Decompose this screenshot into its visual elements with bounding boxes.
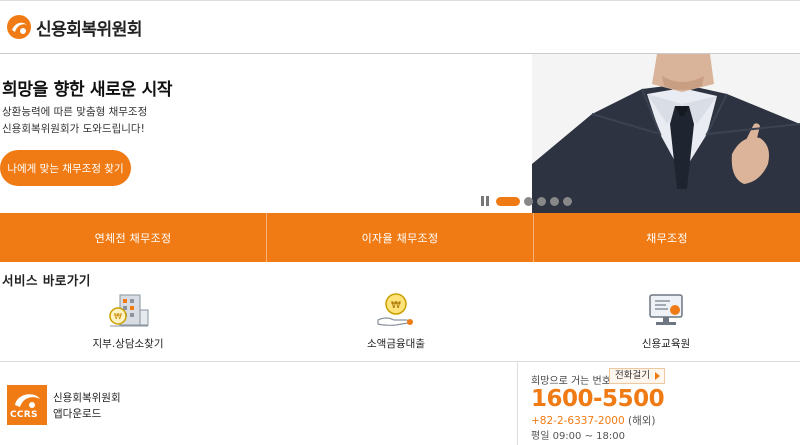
hotline-label: 희망으로 거는 번호 bbox=[531, 376, 611, 387]
logo[interactable]: 신용회복위원회 bbox=[6, 14, 142, 40]
service-education[interactable]: 신용교육원 bbox=[596, 292, 736, 354]
debt-adjustment-tabs: 연체전 채무조정 이자율 채무조정 채무조정 bbox=[0, 213, 800, 262]
carousel-controls bbox=[481, 196, 572, 206]
logo-text: 신용회복위원회 bbox=[36, 19, 142, 40]
hotline-box: 희망으로 거는 번호 전화걸기 1600-5500 +82-2-6337-200… bbox=[531, 362, 800, 445]
call-button[interactable]: 전화걸기 bbox=[609, 368, 665, 384]
carousel-dot-3[interactable] bbox=[537, 196, 546, 206]
carousel-dot-4[interactable] bbox=[550, 196, 559, 206]
app-name: 신용회복위원회 앱다운로드 bbox=[53, 390, 121, 422]
branch-finder-icon: ₩ bbox=[106, 292, 150, 330]
carousel-dot-1[interactable] bbox=[496, 196, 520, 206]
app-name-line-1: 신용회복위원회 bbox=[53, 392, 121, 404]
international-number-value: +82-2-6337-2000 bbox=[531, 415, 625, 427]
services-title: 서비스 바로가기 bbox=[2, 273, 91, 288]
tab-debt-adjustment[interactable]: 채무조정 bbox=[534, 213, 800, 262]
hero-subtitle-line-1: 상환능력에 따른 맞춤형 채무조정 bbox=[2, 106, 148, 118]
carousel-dot-5[interactable] bbox=[563, 196, 572, 206]
app-name-line-2: 앱다운로드 bbox=[53, 408, 102, 420]
pause-icon[interactable] bbox=[481, 196, 490, 206]
hero-banner: 희망을 향한 새로운 시작 상환능력에 따른 맞춤형 채무조정 신용회복위원회가… bbox=[0, 54, 800, 213]
education-icon bbox=[644, 292, 688, 330]
service-microloan[interactable]: ₩ 소액금융대출 bbox=[326, 292, 466, 354]
carousel-dot-2[interactable] bbox=[524, 196, 533, 206]
bottom-info-bar: CCRS 신용회복위원회 앱다운로드 희망으로 거는 번호 전화걸기 1600-… bbox=[0, 361, 800, 445]
service-branch-finder[interactable]: ₩ 지부.상담소찾기 bbox=[58, 292, 198, 354]
hero-subtitle-line-2: 신용회복위원회가 도와드립니다! bbox=[2, 123, 145, 135]
international-number-note: (해외) bbox=[628, 415, 656, 427]
tab-pre-delinquency-adjustment[interactable]: 연체전 채무조정 bbox=[0, 213, 267, 262]
find-debt-adjustment-button[interactable]: 나에게 맞는 채무조정 찾기 bbox=[0, 150, 131, 186]
tab-interest-rate-adjustment[interactable]: 이자율 채무조정 bbox=[267, 213, 534, 262]
hero-photo-businessman bbox=[532, 54, 800, 213]
ccrs-badge-text: CCRS bbox=[10, 410, 38, 420]
service-label: 신용교육원 bbox=[641, 338, 691, 350]
header: 신용회복위원회 bbox=[0, 0, 800, 54]
hotline-number[interactable]: 1600-5500 bbox=[531, 386, 665, 412]
business-hours: 평일 09:00 ~ 18:00 bbox=[531, 431, 625, 442]
international-number[interactable]: +82-2-6337-2000 (해외) bbox=[531, 413, 656, 428]
app-download[interactable]: CCRS 신용회복위원회 앱다운로드 bbox=[0, 362, 518, 445]
call-button-label: 전화걸기 bbox=[615, 370, 650, 381]
hero-title: 희망을 향한 새로운 시작 bbox=[2, 80, 173, 100]
play-arrow-icon bbox=[654, 372, 660, 380]
ccrs-app-icon: CCRS bbox=[7, 385, 47, 425]
svg-text:₩: ₩ bbox=[114, 312, 122, 321]
ccrs-swirl-icon bbox=[6, 14, 32, 40]
hero-subtitle: 상환능력에 따른 맞춤형 채무조정 신용회복위원회가 도와드립니다! bbox=[2, 104, 147, 138]
service-label: 소액금융대출 bbox=[367, 338, 425, 350]
microloan-icon: ₩ bbox=[374, 292, 418, 330]
service-label: 지부.상담소찾기 bbox=[92, 338, 164, 350]
svg-text:₩: ₩ bbox=[391, 300, 401, 311]
